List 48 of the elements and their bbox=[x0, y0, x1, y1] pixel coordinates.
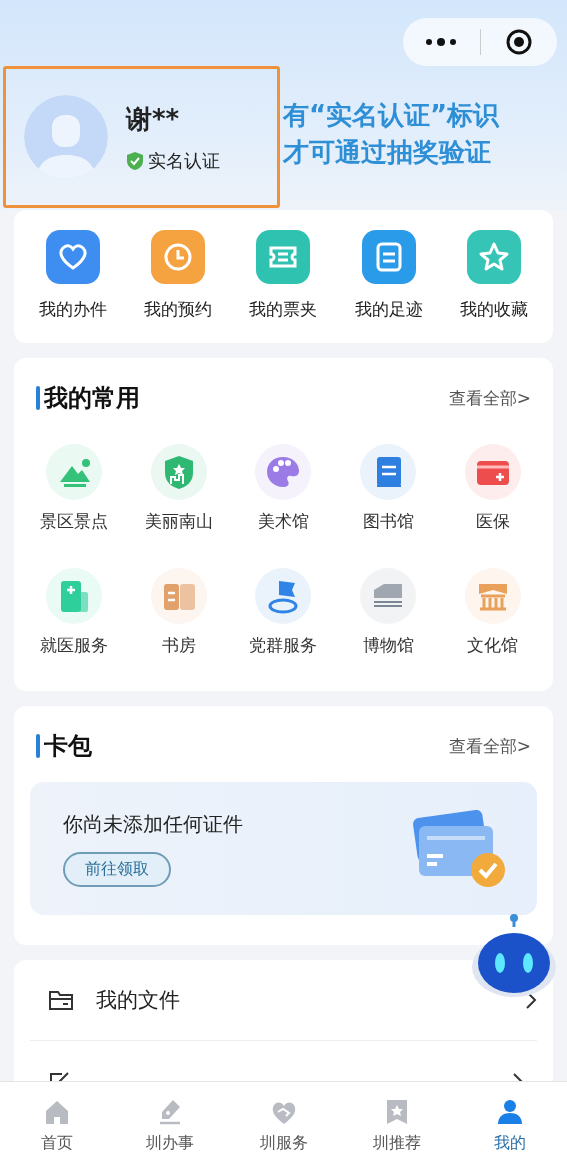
service-label[interactable]: 党群服务 bbox=[249, 634, 318, 657]
verified-label: 实名认证 bbox=[148, 148, 220, 173]
tab[interactable]: 圳推荐 bbox=[340, 1082, 454, 1168]
view-all-link[interactable]: 查看全部> bbox=[448, 734, 531, 758]
pavilion-icon[interactable] bbox=[464, 568, 521, 624]
card-icon[interactable] bbox=[464, 444, 521, 500]
user-name: 谢** bbox=[126, 102, 181, 136]
document-icon[interactable] bbox=[361, 230, 416, 284]
robot-assistant-icon[interactable] bbox=[470, 913, 558, 999]
action-label[interactable]: 我的足迹 bbox=[354, 298, 423, 321]
view-all-link[interactable]: 查看全部> bbox=[448, 386, 531, 410]
tab[interactable]: 圳服务 bbox=[226, 1082, 341, 1168]
menu-item[interactable]: 我的文件 bbox=[96, 986, 180, 1014]
shield-icon[interactable] bbox=[150, 444, 207, 500]
service-label[interactable]: 书房 bbox=[161, 634, 196, 657]
service-label[interactable]: 文化馆 bbox=[467, 634, 519, 657]
service-label[interactable]: 美术馆 bbox=[258, 510, 309, 533]
ticket-icon[interactable] bbox=[256, 230, 311, 284]
service-label[interactable]: 景区景点 bbox=[40, 510, 109, 533]
action-label[interactable]: 我的预约 bbox=[144, 298, 213, 321]
book-icon[interactable] bbox=[360, 444, 417, 500]
action-label[interactable]: 我的收藏 bbox=[460, 298, 529, 321]
chevron-icon bbox=[513, 1073, 523, 1083]
annotation-text: 有“实名认证”标识 bbox=[283, 99, 500, 132]
action-label[interactable]: 我的办件 bbox=[38, 298, 107, 321]
tab[interactable]: 圳办事 bbox=[113, 1082, 227, 1168]
empty-message: 你尚未添加任何证件 bbox=[63, 810, 243, 838]
annotation-text: 才可通过抽奖验证 bbox=[283, 136, 492, 169]
tab[interactable]: 首页 bbox=[0, 1082, 114, 1168]
flag-icon[interactable] bbox=[255, 568, 312, 624]
avatar-icon bbox=[24, 95, 108, 179]
service-label[interactable]: 就医服务 bbox=[40, 634, 109, 657]
hospital-icon[interactable] bbox=[46, 568, 103, 624]
clock-icon[interactable] bbox=[151, 230, 206, 284]
mountain-icon[interactable] bbox=[46, 444, 103, 500]
get-button[interactable]: 前往领取 bbox=[63, 851, 171, 887]
open-book-icon[interactable] bbox=[150, 568, 207, 624]
action-label[interactable]: 我的票夹 bbox=[249, 298, 318, 321]
more-icon[interactable] bbox=[424, 37, 459, 47]
service-label[interactable]: 医保 bbox=[475, 510, 510, 533]
section-title: 卡包 bbox=[44, 731, 92, 762]
service-label[interactable]: 博物馆 bbox=[362, 634, 414, 657]
palette-icon[interactable] bbox=[255, 444, 312, 500]
service-label[interactable]: 图书馆 bbox=[362, 510, 414, 533]
section-title: 我的常用 bbox=[44, 383, 140, 414]
tab[interactable]: 我的 bbox=[453, 1082, 567, 1168]
folder-icon[interactable] bbox=[48, 989, 74, 1011]
service-label[interactable]: 美丽南山 bbox=[144, 510, 213, 533]
